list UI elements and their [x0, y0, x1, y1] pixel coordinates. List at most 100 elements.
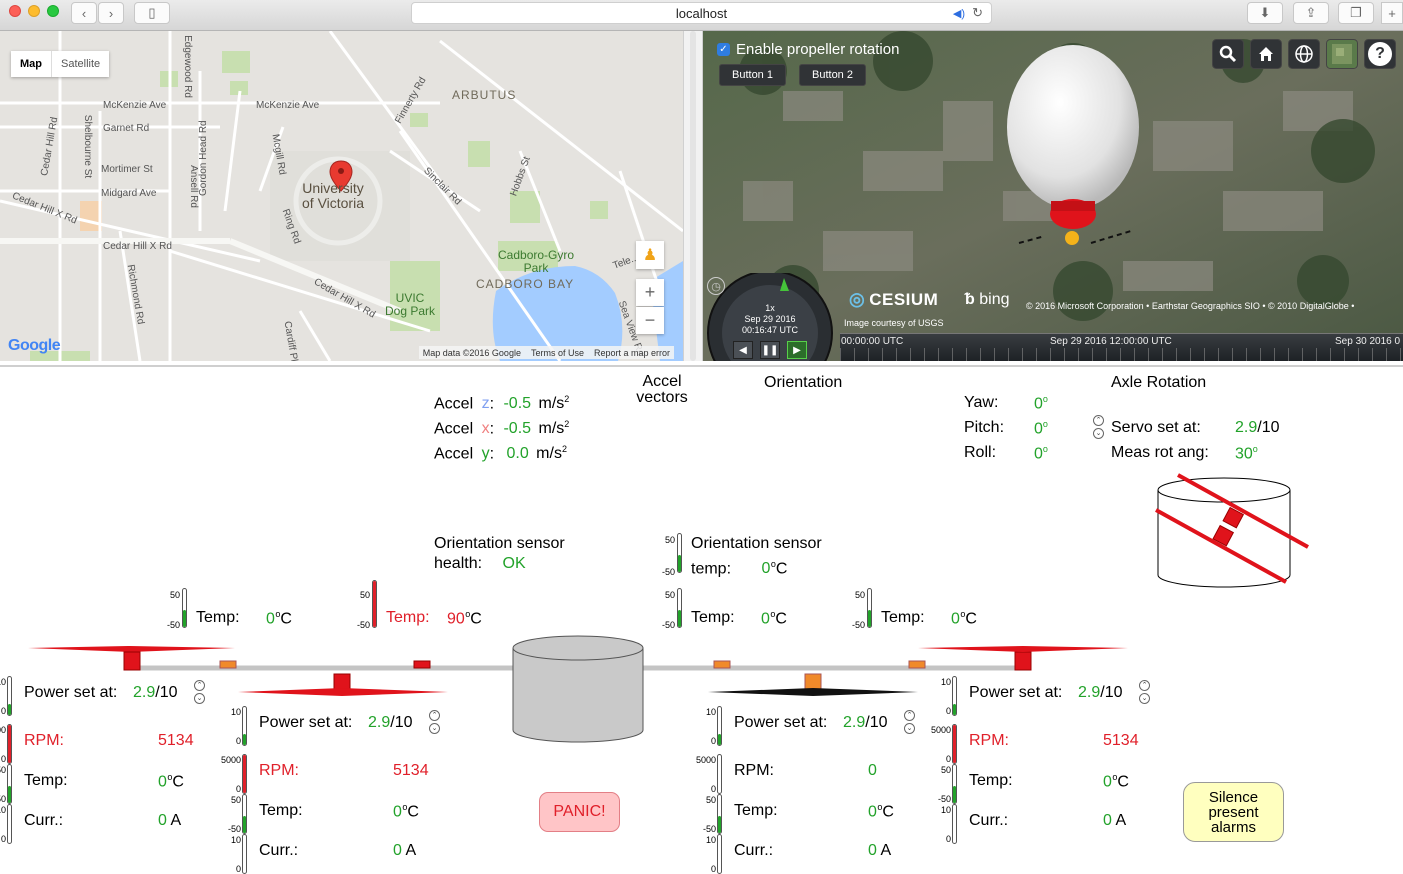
button-1[interactable]: Button 1 [719, 64, 786, 86]
gauge-max-label: 50 [664, 535, 675, 545]
chevron-down-icon[interactable]: ⌄ [1093, 428, 1104, 439]
rpm-label: RPM: [24, 732, 64, 749]
map-label-dog-park: UVIC Dog Park [385, 291, 436, 318]
curr-label: Curr.: [24, 812, 64, 829]
zoom-in-button[interactable]: + [636, 279, 664, 306]
gauge-min-label: -50 [227, 824, 241, 834]
sensor-temp-value: 0 [761, 560, 771, 578]
chevron-up-icon[interactable]: ⌃ [194, 680, 205, 691]
layers-icon[interactable] [1326, 39, 1358, 69]
power-stepper[interactable]: ⌃ ⌄ [194, 680, 206, 706]
gauge-max-label: 10 [230, 835, 241, 845]
map-footer: Map data ©2016 Google Terms of Use Repor… [418, 346, 674, 359]
rpm-readout: 5134 [1103, 732, 1139, 750]
panic-button[interactable]: PANIC! [539, 792, 620, 832]
rpm-gauge [7, 724, 12, 764]
chevron-down-icon[interactable]: ⌄ [429, 723, 440, 734]
power-stepper[interactable]: ⌃ ⌄ [429, 710, 441, 736]
new-tab-button[interactable]: + [1381, 2, 1403, 24]
help-icon[interactable]: ? [1364, 39, 1396, 69]
gauge-min-label: 0 [710, 736, 716, 746]
temp-readout: 0 oC [158, 772, 184, 791]
gauge-min-label: 0 [235, 736, 241, 746]
rpm-value: 0 [868, 762, 877, 779]
power-stepper[interactable]: ⌃ ⌄ [904, 710, 916, 736]
chevron-up-icon[interactable]: ⌃ [1093, 415, 1104, 426]
terms-of-use-link[interactable]: Terms of Use [531, 348, 584, 358]
tabs-overview-button[interactable]: ❐ [1338, 2, 1374, 24]
map-label-street: Garnet Rd [103, 123, 150, 134]
propeller-rotation-toggle[interactable]: ✓ Enable propeller rotation [717, 41, 899, 58]
street-view-pegman-icon[interactable]: ♟ [636, 241, 664, 269]
minimize-window-icon[interactable] [28, 5, 40, 17]
accel-y-value: 0.0 [506, 445, 529, 463]
chevron-up-icon[interactable]: ⌃ [1139, 680, 1150, 691]
map-label-street: Gordon Head Rd [198, 120, 209, 196]
gauge-max-label: 50 [854, 590, 865, 600]
forward-button[interactable]: › [98, 2, 124, 24]
address-bar[interactable]: localhost ◀) ↻ [411, 2, 992, 24]
close-window-icon[interactable] [9, 5, 21, 17]
orientation-title: Orientation [764, 374, 843, 391]
cesium-viewer[interactable]: ✓ Enable propeller rotation Button 1 But… [703, 31, 1403, 361]
curr-value: 0 [868, 842, 877, 859]
orientation-sensor-health: Orientation sensor health: OK [434, 535, 565, 572]
rpm-readout: 5134 [158, 732, 194, 750]
downloads-button[interactable]: ⬇ [1247, 2, 1283, 24]
report-map-error-link[interactable]: Report a map error [594, 348, 670, 358]
home-icon[interactable] [1250, 39, 1282, 69]
pane-splitter[interactable] [683, 31, 703, 361]
clock-icon[interactable]: ◷ [707, 277, 725, 295]
map-data-attribution: Map data ©2016 Google [422, 347, 521, 358]
power-readout: 2.9/10 [368, 714, 413, 731]
power-stepper[interactable]: ⌃ ⌄ [1139, 680, 1151, 706]
audio-icon[interactable]: ◀) [953, 7, 965, 20]
curr-value: 0 [158, 812, 167, 829]
google-map[interactable]: Map Satellite ARBUTUS University of Victo… [0, 31, 683, 361]
temp-label-alarm: Temp: [386, 609, 430, 626]
map-type-satellite-button[interactable]: Satellite [51, 51, 109, 77]
zoom-window-icon[interactable] [47, 5, 59, 17]
share-button[interactable]: ⇪ [1293, 2, 1329, 24]
gauge-min-label: -50 [661, 567, 675, 577]
play-forward-icon[interactable]: ▶ [787, 341, 807, 359]
power-readout: 2.9/10 [843, 714, 888, 731]
gauge-min-label: -50 [166, 620, 180, 630]
sidebar-toggle-button[interactable]: ▯ [134, 2, 170, 24]
chevron-down-icon[interactable]: ⌄ [904, 723, 915, 734]
globe-icon[interactable] [1288, 39, 1320, 69]
chevron-down-icon[interactable]: ⌄ [194, 693, 205, 704]
chevron-up-icon[interactable]: ⌃ [429, 710, 440, 721]
reload-icon[interactable]: ↻ [972, 5, 983, 21]
checkbox-checked-icon[interactable]: ✓ [717, 43, 730, 56]
power-value: 2.9 [843, 714, 866, 731]
timeline[interactable]: 00:00:00 UTC Sep 29 2016 12:00:00 UTC Se… [840, 333, 1403, 361]
rpm-value: 5134 [158, 732, 194, 749]
rpm-label: RPM: [734, 762, 774, 779]
axle-rotation-diagram [1155, 473, 1309, 588]
zoom-out-button[interactable]: − [636, 307, 664, 334]
button-2[interactable]: Button 2 [799, 64, 866, 86]
back-button[interactable]: ‹ [71, 2, 97, 24]
temp-readout-alarm: 90 oC [447, 609, 482, 628]
accel-y-readout: Accel y: 0.0 m/s2 [434, 444, 567, 463]
curr-readout: 0 A [158, 812, 182, 829]
chevron-up-icon[interactable]: ⌃ [904, 710, 915, 721]
rpm-value: 5134 [393, 762, 429, 779]
power-value: 2.9 [133, 684, 156, 701]
gauge-max-label: 5000 [930, 725, 951, 735]
power-gauge [952, 676, 957, 716]
power-gauge [7, 676, 12, 716]
pause-icon[interactable]: ❚❚ [760, 341, 780, 359]
map-type-map-button[interactable]: Map [11, 51, 51, 77]
chevron-down-icon[interactable]: ⌄ [1139, 693, 1150, 704]
rpm-gauge [952, 724, 957, 764]
servo-stepper[interactable]: ⌃ ⌄ [1093, 415, 1105, 441]
search-icon[interactable] [1212, 39, 1244, 69]
timeline-tick: Sep 29 2016 12:00:00 UTC [1050, 336, 1172, 347]
silence-alarms-button[interactable]: Silence present alarms [1183, 782, 1284, 842]
rpm-gauge [242, 754, 247, 794]
play-reverse-icon[interactable]: ◀ [733, 341, 753, 359]
gauge-min-label: 0 [945, 706, 951, 716]
clock-readout: 1x Sep 29 2016 00:16:47 UTC [731, 303, 809, 336]
